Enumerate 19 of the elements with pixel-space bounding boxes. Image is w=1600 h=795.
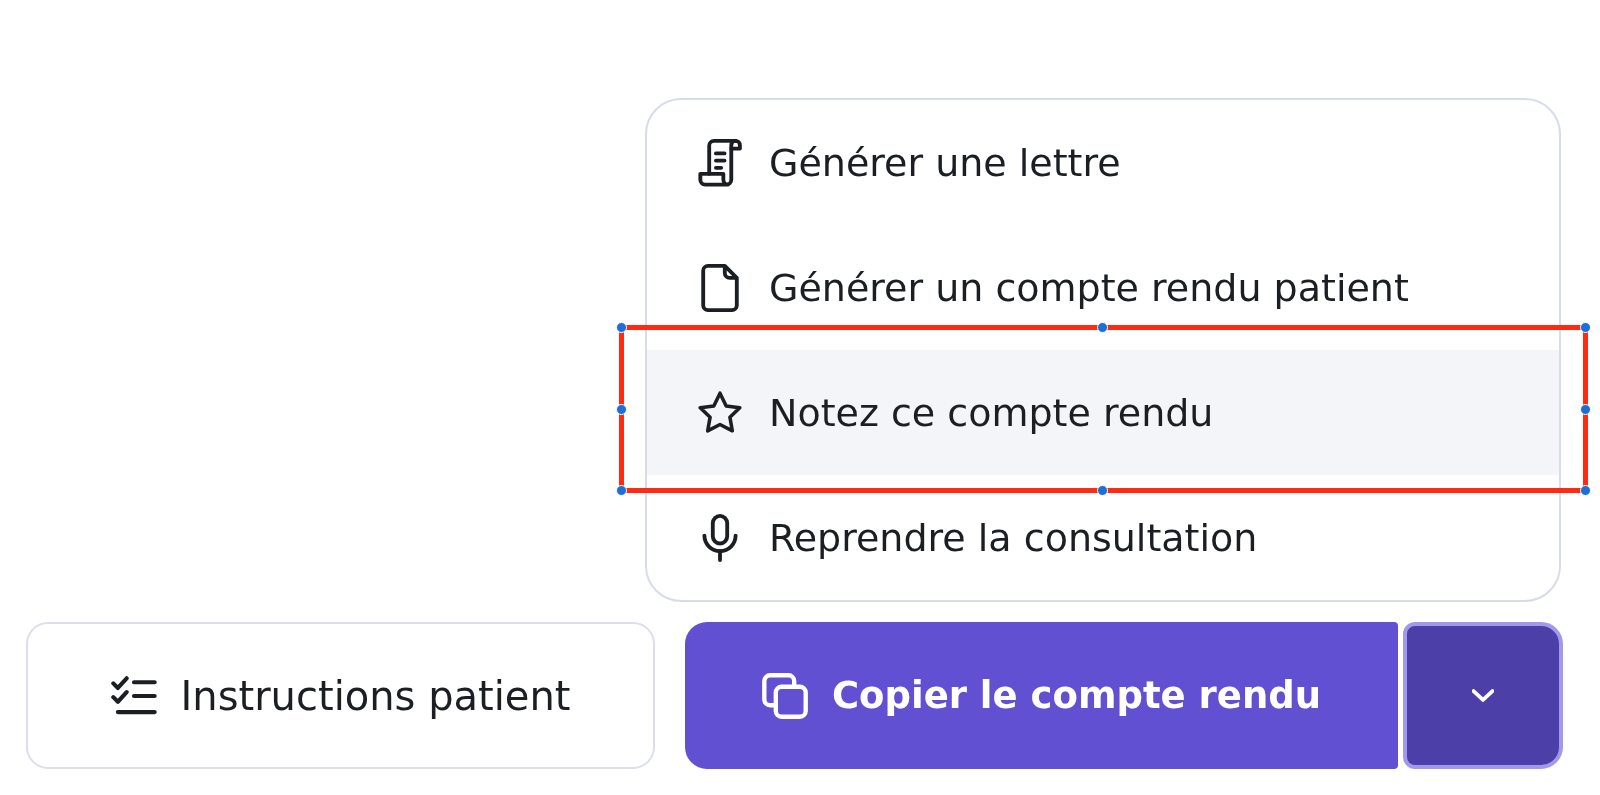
instructions-button[interactable]: Instructions patient xyxy=(26,622,655,769)
selection-handle-icon[interactable] xyxy=(1097,322,1108,333)
menu-item[interactable]: Notez ce compte rendu xyxy=(647,350,1559,475)
chevron-down-icon xyxy=(1472,689,1494,702)
selection-handle-icon[interactable] xyxy=(616,322,627,333)
menu-item[interactable]: Reprendre la consultation xyxy=(647,475,1559,600)
selection-handle-icon[interactable] xyxy=(1580,485,1591,496)
menu-item[interactable]: Générer une lettre xyxy=(647,100,1559,225)
document-icon xyxy=(698,263,742,312)
selection-handle-icon[interactable] xyxy=(1580,403,1591,415)
selection-handle-icon[interactable] xyxy=(1580,322,1591,333)
selection-handle-icon[interactable] xyxy=(616,403,627,415)
scroll-icon xyxy=(698,138,742,187)
selection-handle-icon[interactable] xyxy=(616,485,627,496)
dropdown-toggle[interactable] xyxy=(1403,622,1563,769)
menu-item[interactable]: Générer un compte rendu patient xyxy=(647,225,1559,350)
selection-handle-icon[interactable] xyxy=(1097,485,1108,496)
copy-report-button[interactable]: Copier le compte rendu xyxy=(685,622,1398,769)
copy-icon xyxy=(761,672,808,719)
